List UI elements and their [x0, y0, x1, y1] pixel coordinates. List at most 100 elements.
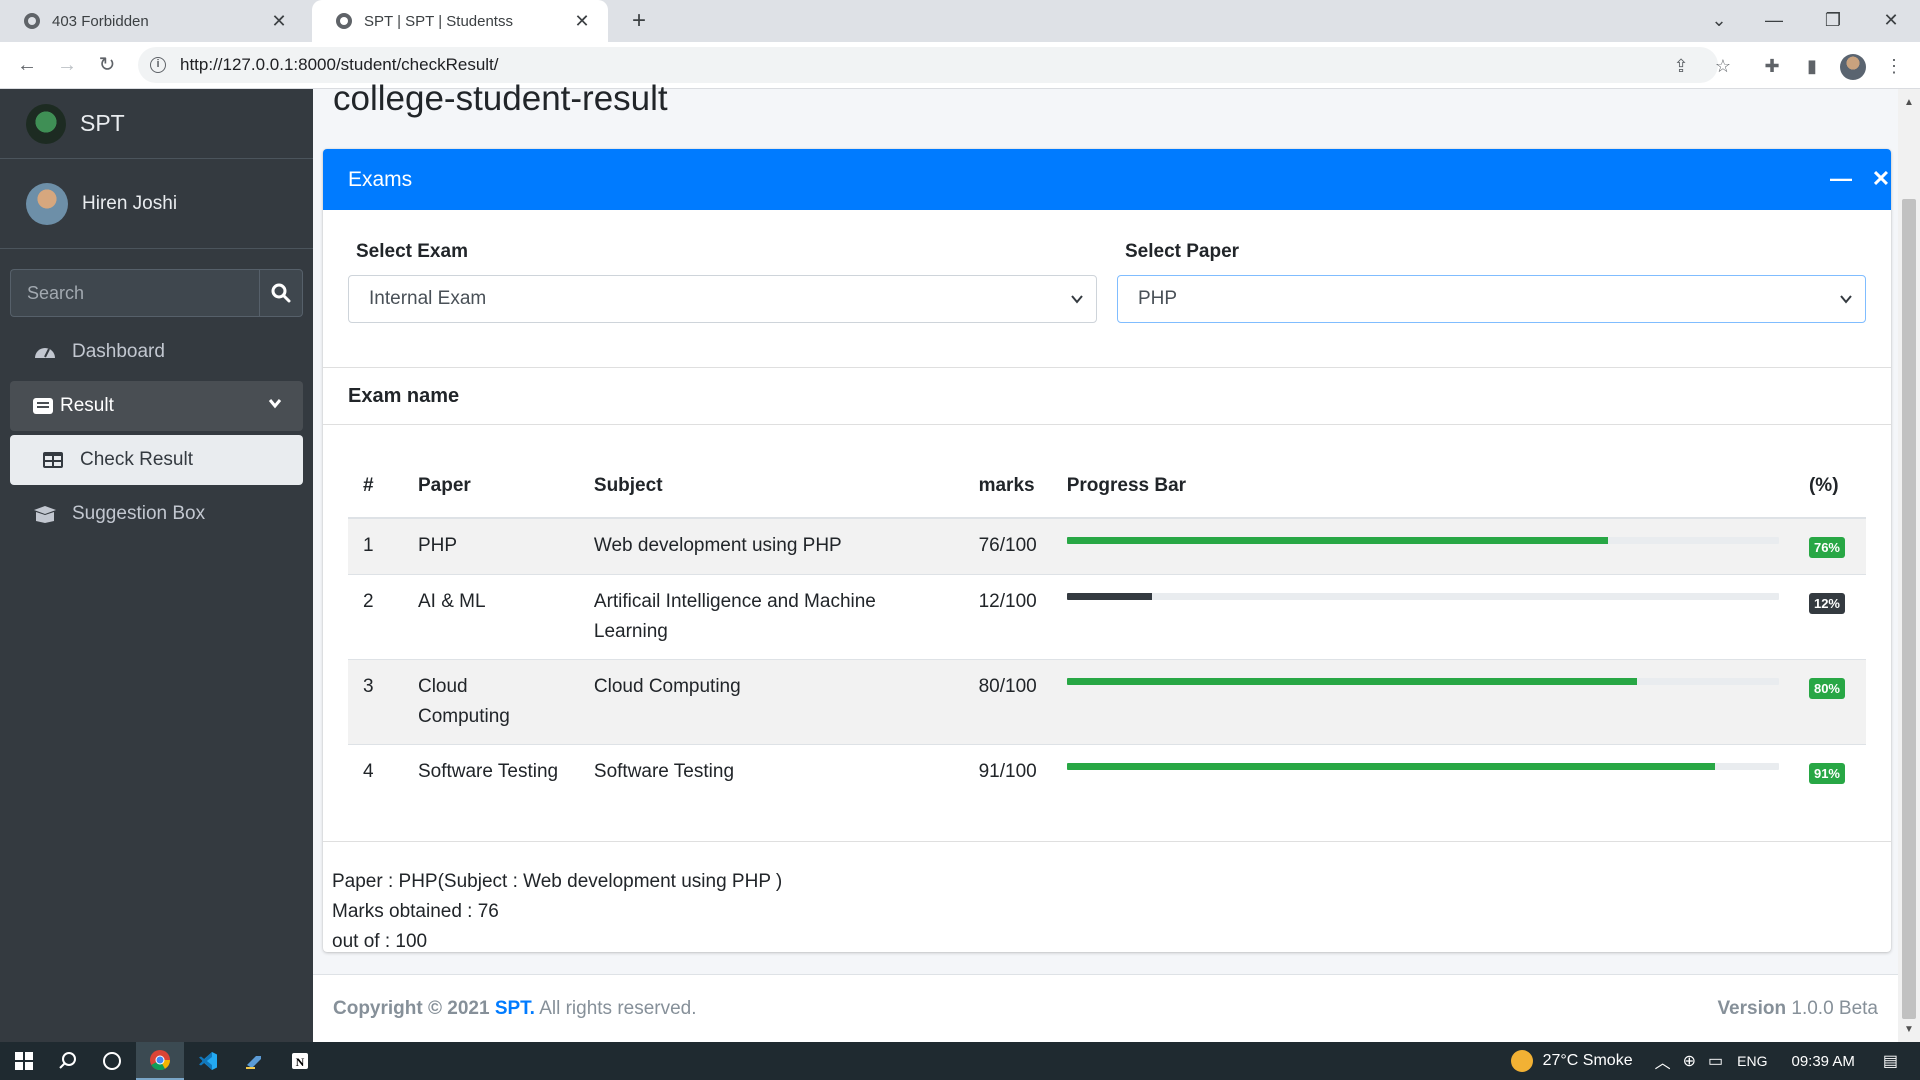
- row-percent-cell: 80%: [1793, 659, 1866, 745]
- progress-fill: [1066, 678, 1637, 685]
- row-subject: Web development using PHP: [578, 517, 964, 575]
- select-paper-value: PHP: [1138, 288, 1178, 309]
- sidebar-item-result[interactable]: Result: [10, 381, 303, 431]
- sidebar-item-label: Dashboard: [72, 341, 165, 362]
- row-number: 4: [348, 744, 403, 800]
- copyright-prefix: Copyright © 2021: [333, 997, 490, 1019]
- profile-avatar[interactable]: [1840, 54, 1866, 80]
- language-indicator[interactable]: ENG: [1737, 1053, 1767, 1069]
- user-panel[interactable]: Hiren Joshi: [0, 159, 313, 249]
- sidebar-item-check-result[interactable]: Check Result: [10, 435, 303, 485]
- percent-badge: 12%: [1808, 593, 1845, 614]
- select-paper-dropdown[interactable]: PHP: [1117, 275, 1866, 323]
- page-title: college-student-result: [333, 79, 668, 118]
- weather-icon[interactable]: [1510, 1050, 1533, 1072]
- page-scrollbar[interactable]: ▲ ▼: [1898, 89, 1920, 1042]
- maximize-button[interactable]: ❐: [1806, 0, 1860, 42]
- exam-filter-row: Select Exam Internal Exam Select Paper P…: [348, 241, 1866, 323]
- address-bar[interactable]: i http://127.0.0.1:8000/student/checkRes…: [138, 47, 1718, 83]
- bookmark-star-icon[interactable]: ☆: [1711, 54, 1735, 78]
- weather-text[interactable]: 27°C Smoke: [1543, 1052, 1633, 1070]
- progress-fill: [1066, 763, 1715, 770]
- exams-card: Exams — ✕ Select Exam Internal Exam Sele…: [323, 149, 1891, 952]
- sidebar: SPT Hiren Joshi Dashboard Result: [0, 89, 313, 1042]
- row-subject: Software Testing: [578, 744, 964, 800]
- progress-bar: [1066, 593, 1779, 600]
- minimize-button[interactable]: —: [1747, 0, 1801, 42]
- browser-tab-forbidden[interactable]: 403 Forbidden ✕: [0, 0, 305, 42]
- exam-name-header: Exam name: [323, 368, 1891, 425]
- sidebar-item-label: Suggestion Box: [72, 503, 206, 524]
- menu-icon[interactable]: ⋮: [1882, 54, 1906, 78]
- row-marks: 12/100: [963, 574, 1052, 660]
- sidebar-item-label: Result: [60, 395, 114, 416]
- network-icon[interactable]: ⊕: [1683, 1051, 1696, 1071]
- select-exam-dropdown[interactable]: Internal Exam: [348, 275, 1097, 323]
- vscode-icon[interactable]: [184, 1042, 232, 1080]
- notion-icon[interactable]: N: [276, 1042, 324, 1080]
- windows-start-icon[interactable]: [0, 1042, 48, 1080]
- tab-search-icon[interactable]: ⌄: [1692, 0, 1746, 42]
- info-icon[interactable]: i: [150, 57, 166, 73]
- row-progress: [1051, 517, 1794, 575]
- results-table: # Paper Subject marks Progress Bar (%) 1…: [348, 455, 1866, 800]
- brand-logo: [26, 103, 66, 144]
- share-icon[interactable]: ⇪: [1669, 54, 1693, 78]
- reload-icon[interactable]: ↻: [92, 50, 122, 80]
- summary-paper: Paper : PHP(Subject : Web development us…: [332, 871, 783, 892]
- back-icon[interactable]: ←: [12, 50, 42, 80]
- copyright: Copyright © 2021 SPT. All rights reserve…: [333, 998, 697, 1020]
- side-panel-icon[interactable]: ▮: [1800, 54, 1824, 78]
- search-icon[interactable]: [44, 1042, 92, 1080]
- forward-icon[interactable]: →: [52, 50, 82, 80]
- extensions-icon[interactable]: ✚: [1760, 54, 1784, 78]
- close-icon[interactable]: ✕: [572, 11, 592, 32]
- notification-icon[interactable]: ▤: [1883, 1051, 1898, 1071]
- column-header: Progress Bar: [1051, 455, 1794, 519]
- clock[interactable]: 09:39 AM: [1791, 1053, 1854, 1070]
- sidebar-search: [10, 269, 303, 317]
- chevron-down-icon: [1840, 295, 1852, 304]
- select-paper-label: Select Paper: [1125, 241, 1240, 262]
- browser-tab-students[interactable]: SPT | SPT | Studentss ✕: [312, 0, 608, 42]
- task-view-icon[interactable]: [88, 1042, 136, 1080]
- chevron-up-icon[interactable]: ︿: [1655, 1049, 1671, 1073]
- row-paper: PHP: [402, 517, 579, 575]
- inbox-icon: [30, 395, 56, 417]
- sidebar-item-suggestion-box[interactable]: Suggestion Box: [10, 489, 303, 539]
- row-percent-cell: 91%: [1793, 744, 1866, 800]
- python-icon[interactable]: [230, 1042, 278, 1080]
- chrome-icon[interactable]: [136, 1042, 184, 1080]
- brand[interactable]: SPT: [0, 89, 313, 159]
- chevron-down-icon: [267, 395, 283, 417]
- tab-title: SPT | SPT | Studentss: [364, 12, 513, 30]
- scroll-up-icon[interactable]: ▲: [1902, 97, 1916, 108]
- close-icon[interactable]: ✕: [269, 11, 289, 32]
- row-paper: Software Testing: [402, 744, 579, 800]
- new-tab-button[interactable]: +: [624, 6, 654, 36]
- scroll-thumb[interactable]: [1902, 199, 1916, 1019]
- window-close-button[interactable]: ✕: [1864, 0, 1918, 42]
- user-name[interactable]: Hiren Joshi: [82, 193, 177, 215]
- select-exam-group: Select Exam Internal Exam: [348, 241, 1097, 323]
- tachometer-icon: [32, 341, 58, 363]
- column-header: marks: [963, 455, 1052, 519]
- battery-icon[interactable]: ▭: [1708, 1051, 1723, 1071]
- sidebar-item-label: Check Result: [80, 449, 193, 470]
- row-paper: AI & ML: [402, 574, 579, 660]
- collapse-icon[interactable]: —: [1829, 167, 1853, 191]
- row-subject: Cloud Computing: [578, 659, 964, 745]
- scroll-down-icon[interactable]: ▼: [1902, 1024, 1916, 1035]
- sidebar-item-dashboard[interactable]: Dashboard: [10, 327, 303, 377]
- table-row: 1 PHP Web development using PHP 76/100 7…: [348, 517, 1866, 575]
- brand-text: SPT: [80, 110, 125, 136]
- search-button[interactable]: [259, 269, 303, 317]
- url-text: http://127.0.0.1:8000/student/checkResul…: [180, 55, 499, 74]
- footer-brand-link[interactable]: SPT.: [495, 998, 535, 1019]
- table-row: 4 Software Testing Software Testing 91/1…: [348, 744, 1866, 800]
- search-input[interactable]: [10, 269, 259, 317]
- row-number: 3: [348, 659, 403, 745]
- table-row: 2 AI & ML Artificail Intelligence and Ma…: [348, 574, 1866, 660]
- select-paper-group: Select Paper PHP: [1117, 241, 1866, 323]
- close-icon[interactable]: ✕: [1869, 167, 1893, 191]
